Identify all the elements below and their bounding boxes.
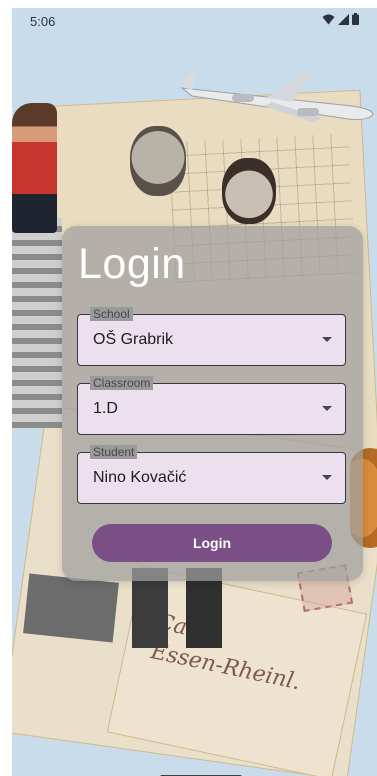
app-screen: CarlEssen-Rheinl. 5:06 L (12, 8, 377, 776)
background-coat (23, 573, 119, 643)
status-icons (322, 13, 359, 25)
battery-icon (352, 13, 359, 25)
student-value: Nino Kovačić (93, 469, 187, 486)
background-airplane (180, 72, 374, 122)
classroom-value: 1.D (93, 400, 118, 417)
background-woman-portrait (222, 158, 276, 224)
classroom-label: Classroom (90, 376, 154, 390)
background-athlete (12, 103, 57, 233)
background-man-portrait (130, 126, 186, 196)
school-label: School (90, 307, 133, 321)
student-label: Student (90, 445, 138, 459)
login-button[interactable]: Login (92, 524, 332, 562)
page-title: Login (78, 240, 186, 288)
classroom-select[interactable]: Classroom 1.D (77, 376, 346, 435)
background-building (12, 218, 62, 428)
school-value: OŠ Grabrik (93, 331, 174, 348)
login-card: Login School OŠ Grabrik Classroom 1.D St… (62, 226, 363, 581)
student-select[interactable]: Student Nino Kovačić (77, 445, 346, 504)
wifi-icon (322, 14, 335, 24)
status-time: 5:06 (30, 14, 56, 29)
chevron-down-icon (322, 475, 332, 480)
status-bar: 5:06 (12, 8, 377, 36)
signal-icon (338, 13, 349, 25)
school-select[interactable]: School OŠ Grabrik (77, 307, 346, 366)
chevron-down-icon (322, 337, 332, 342)
chevron-down-icon (322, 406, 332, 411)
